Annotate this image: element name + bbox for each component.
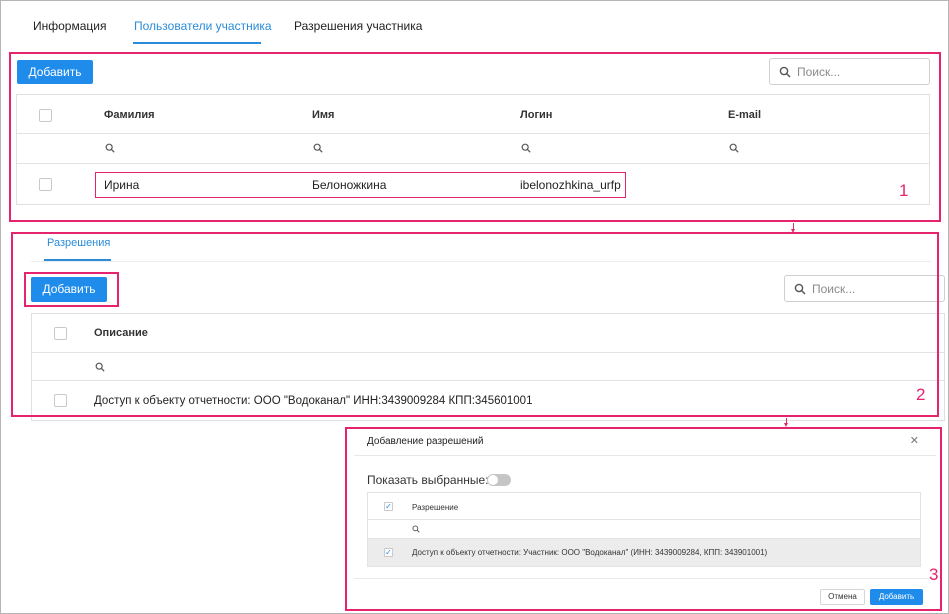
annotation-highlight-row bbox=[95, 172, 626, 198]
annotation-frame-2 bbox=[11, 232, 939, 417]
tab-participant-permissions[interactable]: Разрешения участника bbox=[294, 19, 422, 33]
active-tab-indicator bbox=[133, 42, 261, 44]
tab-participant-users[interactable]: Пользователи участника bbox=[134, 19, 272, 33]
annotation-label-1: 1 bbox=[899, 181, 909, 200]
annotation-frame-3 bbox=[345, 427, 942, 611]
annotation-label-2: 2 bbox=[916, 385, 926, 404]
annotation-label-3: 3 bbox=[929, 565, 939, 584]
annotation-highlight-add-button bbox=[24, 272, 119, 307]
tab-info[interactable]: Информация bbox=[33, 19, 106, 33]
